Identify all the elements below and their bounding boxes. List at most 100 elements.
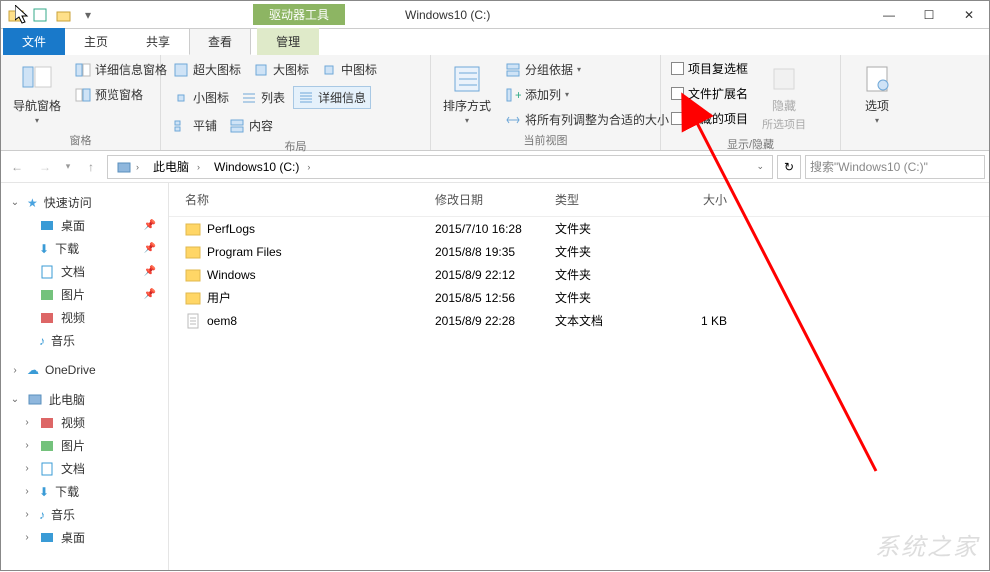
file-row[interactable]: Program Files2015/8/8 19:35文件夹 [169,240,989,263]
tab-manage[interactable]: 管理 [257,28,319,55]
file-row[interactable]: oem82015/8/9 22:28文本文档1 KB [169,309,989,332]
file-date: 2015/8/9 22:28 [431,312,551,330]
nav-pane-label: 导航窗格 [13,97,61,114]
file-size [651,296,731,300]
file-name: 用户 [207,289,231,306]
window-title: Windows10 (C:) [405,8,490,22]
nav-quick-pictures[interactable]: 图片📌 [1,283,168,306]
group-panes-label: 窗格 [9,130,152,150]
file-name: Program Files [207,245,282,259]
nav-quick-desktop[interactable]: 桌面📌 [1,214,168,237]
ribbon: 导航窗格 ▾ 详细信息窗格 预览窗格 窗格 超大图标 大图标 中图标 小图标 列… [1,55,989,151]
file-name: oem8 [207,314,237,328]
minimize-button[interactable]: — [869,1,909,29]
nav-quick-music[interactable]: ♪音乐 [1,329,168,352]
view-medium-icons[interactable]: 中图标 [317,59,381,80]
header-type[interactable]: 类型 [551,189,651,210]
group-show-hide-label: 显示/隐藏 [669,134,832,154]
file-list-header[interactable]: 名称 修改日期 类型 大小 [169,183,989,217]
breadcrumb[interactable]: › 此电脑› Windows10 (C:)› ⌄ [107,155,773,179]
qat-new-folder-icon[interactable] [53,4,75,26]
nav-pc-music[interactable]: ›♪音乐 [1,503,168,526]
nav-quick-documents[interactable]: 文档📌 [1,260,168,283]
file-date: 2015/7/10 16:28 [431,220,551,238]
nav-pane-button[interactable]: 导航窗格 ▾ [9,59,65,127]
qat-explorer-icon[interactable] [5,4,27,26]
file-type: 文本文档 [551,310,651,331]
tab-home[interactable]: 主页 [65,28,127,55]
group-current-view-label: 当前视图 [439,130,652,150]
maximize-button[interactable]: ☐ [909,1,949,29]
view-large-icons[interactable]: 大图标 [249,59,313,80]
file-name: Windows [207,268,256,282]
breadcrumb-root-icon[interactable]: › [110,159,145,175]
qat-dropdown-icon[interactable]: ▾ [77,4,99,26]
search-input[interactable]: 搜索"Windows10 (C:)" [805,155,985,179]
file-date: 2015/8/9 22:12 [431,266,551,284]
item-checkboxes-checkbox[interactable]: 项目复选框 [669,59,750,78]
address-bar: ← → ▾ ↑ › 此电脑› Windows10 (C:)› ⌄ ↻ 搜索"Wi… [1,151,989,183]
file-date: 2015/8/5 12:56 [431,289,551,307]
breadcrumb-drive[interactable]: Windows10 (C:)› [208,160,316,174]
sort-by-button[interactable]: 排序方式 ▾ [439,59,495,127]
file-row[interactable]: 用户 2015/8/5 12:56文件夹 [169,286,989,309]
ribbon-tabs: 文件 主页 共享 查看 管理 [1,29,989,55]
tab-share[interactable]: 共享 [127,28,189,55]
view-tiles[interactable]: 平铺 [169,115,221,136]
hide-selected-button: 隐藏 所选项目 [756,59,812,134]
refresh-button[interactable]: ↻ [777,155,801,179]
header-name[interactable]: 名称 [181,189,431,210]
nav-this-pc[interactable]: ⌄此电脑 [1,388,168,411]
file-extensions-checkbox[interactable]: 文件扩展名 [669,84,750,103]
view-small-icons[interactable]: 小图标 [169,86,233,109]
nav-quick-access[interactable]: ⌄★快速访问 [1,191,168,214]
group-by-button[interactable]: 分组依据 ▾ [501,59,673,80]
nav-pc-downloads[interactable]: ›⬇下载 [1,480,168,503]
file-type: 文件夹 [551,264,651,285]
forward-button[interactable]: → [33,155,57,179]
hidden-items-checkbox[interactable]: 隐藏的项目 [669,109,750,128]
preview-pane-button[interactable]: 预览窗格 [71,84,171,105]
qat-properties-icon[interactable] [29,4,51,26]
view-details[interactable]: 详细信息 [293,86,371,109]
navigation-pane: ⌄★快速访问 桌面📌 ⬇下载📌 文档📌 图片📌 视频 ♪音乐 ›☁OneDriv… [1,183,169,570]
file-type: 文件夹 [551,287,651,308]
file-row[interactable]: PerfLogs 2015/7/10 16:28文件夹 [169,217,989,240]
nav-pc-videos[interactable]: ›视频 [1,411,168,434]
close-button[interactable]: ✕ [949,1,989,29]
file-date: 2015/8/8 19:35 [431,243,551,261]
nav-quick-videos[interactable]: 视频 [1,306,168,329]
breadcrumb-this-pc[interactable]: 此电脑› [147,158,206,175]
file-size [651,227,731,231]
back-button[interactable]: ← [5,155,29,179]
breadcrumb-dropdown[interactable]: ⌄ [750,161,770,172]
header-date[interactable]: 修改日期 [431,189,551,210]
tab-file[interactable]: 文件 [3,28,65,55]
title-bar: ▾ 驱动器工具 Windows10 (C:) — ☐ ✕ [1,1,989,29]
watermark: 系统之家 [875,527,979,562]
details-pane-button[interactable]: 详细信息窗格 [71,59,171,80]
size-columns-button[interactable]: 将所有列调整为合适的大小 [501,109,673,130]
view-extra-large-icons[interactable]: 超大图标 [169,59,245,80]
nav-quick-downloads[interactable]: ⬇下载📌 [1,237,168,260]
nav-pc-documents[interactable]: ›文档 [1,457,168,480]
contextual-tab-label: 驱动器工具 [253,4,345,25]
recent-dropdown[interactable]: ▾ [61,155,75,179]
options-button[interactable]: 选项 ▾ [849,59,905,127]
file-name: PerfLogs [207,222,255,236]
svg-text:+: + [515,88,521,102]
file-size [651,273,731,277]
nav-pc-pictures[interactable]: ›图片 [1,434,168,457]
tab-view[interactable]: 查看 [189,28,251,55]
file-type: 文件夹 [551,218,651,239]
up-button[interactable]: ↑ [79,155,103,179]
file-row[interactable]: Windows 2015/8/9 22:12文件夹 [169,263,989,286]
group-layout-label: 布局 [169,136,422,156]
nav-onedrive[interactable]: ›☁OneDrive [1,360,168,380]
view-list[interactable]: 列表 [237,86,289,109]
file-list: 名称 修改日期 类型 大小 PerfLogs2015/7/10 16:28文件夹… [169,183,989,570]
header-size[interactable]: 大小 [651,189,731,210]
view-content[interactable]: 内容 [225,115,277,136]
nav-pc-desktop[interactable]: ›桌面 [1,526,168,549]
add-columns-button[interactable]: +添加列 ▾ [501,84,673,105]
